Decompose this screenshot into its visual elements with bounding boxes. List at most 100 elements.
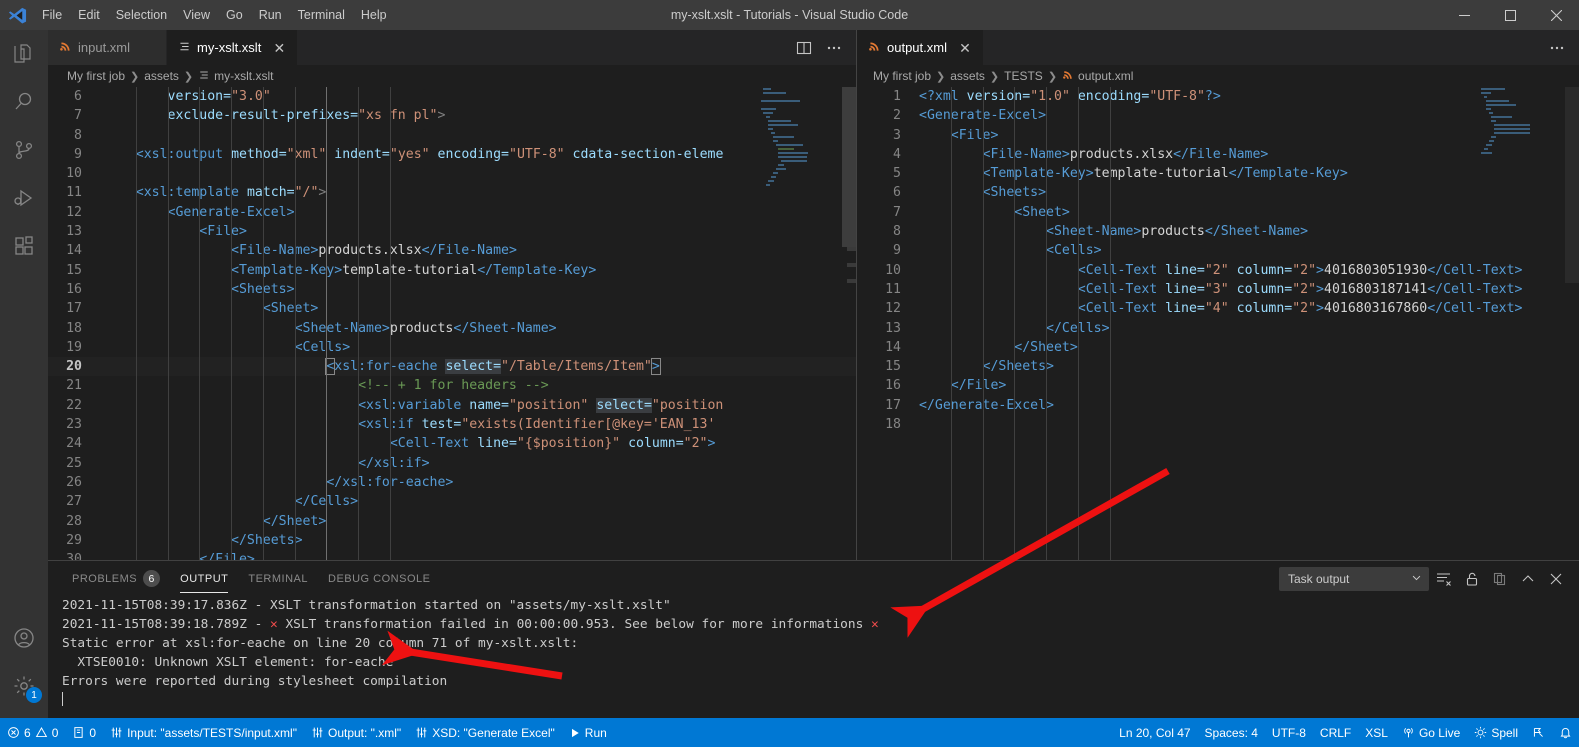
accounts-icon[interactable]	[0, 614, 48, 662]
breadcrumb-item[interactable]: assets	[144, 69, 179, 83]
open-editor-icon[interactable]	[1487, 566, 1513, 592]
sidebar-item-run-and-debug[interactable]	[0, 174, 48, 222]
close-icon[interactable]	[1543, 566, 1569, 592]
code-line[interactable]: 10 <Cell-Text line="2" column="2">401680…	[857, 261, 1579, 280]
status-eol[interactable]: CRLF	[1313, 718, 1358, 747]
editor-scrollbar-right[interactable]	[1565, 87, 1579, 560]
breadcrumb-item[interactable]: TESTS	[1004, 69, 1043, 83]
code-line[interactable]: 13 <File>	[48, 222, 856, 241]
output-channel-select[interactable]: Task output	[1279, 566, 1429, 591]
code-line[interactable]: 7 exclude-result-prefixes="xs fn pl">	[48, 106, 856, 125]
unlock-icon[interactable]	[1459, 566, 1485, 592]
code-line[interactable]: 6 version="3.0"	[48, 87, 856, 106]
code-line[interactable]: 16 </File>	[857, 376, 1579, 395]
status-problems[interactable]: 6 0	[0, 718, 65, 747]
code-line[interactable]: 6 <Sheets>	[857, 183, 1579, 202]
manage-gear-icon[interactable]: 1	[0, 662, 48, 710]
tab-terminal[interactable]: TERMINAL	[238, 561, 318, 596]
code-line[interactable]: 19 <Cells>	[48, 338, 856, 357]
code-line[interactable]: 12 <Cell-Text line="4" column="2">401680…	[857, 299, 1579, 318]
code-line[interactable]: 3 <File>	[857, 126, 1579, 145]
tab-output-xml[interactable]: output.xml ✕	[857, 30, 984, 65]
status-encoding[interactable]: UTF-8	[1265, 718, 1313, 747]
status-indentation[interactable]: Spaces: 4	[1198, 718, 1265, 747]
maximize-button[interactable]	[1487, 0, 1533, 30]
ellipsis-icon[interactable]	[820, 34, 848, 62]
status-ports[interactable]: 0	[65, 718, 103, 747]
sidebar-item-search[interactable]	[0, 78, 48, 126]
status-language-mode[interactable]: XSL	[1358, 718, 1395, 747]
code-line[interactable]: 25 </xsl:if>	[48, 454, 856, 473]
code-line[interactable]: 11 <xsl:template match="/">	[48, 183, 856, 202]
tab-debug-console[interactable]: DEBUG CONSOLE	[318, 561, 440, 596]
code-line[interactable]: 1 <?xml version="1.0" encoding="UTF-8"?>	[857, 87, 1579, 106]
status-spell-checker[interactable]: Spell	[1467, 718, 1525, 747]
code-line[interactable]: 18 <Sheet-Name>products</Sheet-Name>	[48, 319, 856, 338]
clear-output-icon[interactable]	[1431, 566, 1457, 592]
code-line[interactable]: 13 </Cells>	[857, 319, 1579, 338]
code-editor-right[interactable]: 1 <?xml version="1.0" encoding="UTF-8"?> 2…	[857, 87, 1579, 560]
code-line[interactable]: 27 </Cells>	[48, 492, 856, 511]
code-line[interactable]: 15 </Sheets>	[857, 357, 1579, 376]
code-line[interactable]: 11 <Cell-Text line="3" column="2">401680…	[857, 280, 1579, 299]
code-line[interactable]: 4 <File-Name>products.xlsx</File-Name>	[857, 145, 1579, 164]
code-line[interactable]: 5 <Template-Key>template-tutorial</Templ…	[857, 164, 1579, 183]
code-line[interactable]: 29 </Sheets>	[48, 531, 856, 550]
code-line[interactable]: 23 <xsl:if test="exists(Identifier[@key=…	[48, 415, 856, 434]
code-line[interactable]: 26 </xsl:for-eache>	[48, 473, 856, 492]
breadcrumb-item[interactable]: My first job	[67, 69, 125, 83]
status-cursor-position[interactable]: Ln 20, Col 47	[1112, 718, 1197, 747]
split-editor-icon[interactable]	[790, 34, 818, 62]
close-button[interactable]	[1533, 0, 1579, 30]
breadcrumb-item[interactable]: output.xml	[1062, 69, 1133, 83]
status-remote-window[interactable]	[1525, 718, 1552, 747]
code-line[interactable]: 21 <!-- + 1 for headers -->	[48, 376, 856, 395]
code-line[interactable]: 17 </Generate-Excel>	[857, 396, 1579, 415]
code-line[interactable]: 12 <Generate-Excel>	[48, 203, 856, 222]
code-line[interactable]: 17 <Sheet>	[48, 299, 856, 318]
menu-file[interactable]: File	[34, 0, 70, 30]
menu-run[interactable]: Run	[251, 0, 290, 30]
code-line[interactable]: 24 <Cell-Text line="{$position}" column=…	[48, 434, 856, 453]
menu-help[interactable]: Help	[353, 0, 395, 30]
status-notifications[interactable]	[1552, 718, 1579, 747]
sidebar-item-extensions[interactable]	[0, 222, 48, 270]
code-line[interactable]: 7 <Sheet>	[857, 203, 1579, 222]
menu-selection[interactable]: Selection	[108, 0, 175, 30]
minimize-button[interactable]	[1441, 0, 1487, 30]
menu-view[interactable]: View	[175, 0, 218, 30]
code-line[interactable]: 18	[857, 415, 1579, 434]
editor-scrollbar-left[interactable]	[842, 87, 856, 560]
code-line[interactable]: 8	[48, 126, 856, 145]
status-xslt-xsd[interactable]: XSD: "Generate Excel"	[408, 718, 562, 747]
breadcrumb-item[interactable]: my-xslt.xslt	[198, 69, 273, 83]
code-line[interactable]: 9 <Cells>	[857, 241, 1579, 260]
menu-terminal[interactable]: Terminal	[290, 0, 353, 30]
tab-close-icon[interactable]: ✕	[957, 40, 973, 56]
tab-problems[interactable]: PROBLEMS 6	[62, 561, 170, 596]
code-line[interactable]: 8 <Sheet-Name>products</Sheet-Name>	[857, 222, 1579, 241]
code-line[interactable]: 16 <Sheets>	[48, 280, 856, 299]
code-line[interactable]: 30 </File>	[48, 550, 856, 560]
status-xslt-output[interactable]: Output: ".xml"	[304, 718, 408, 747]
code-line[interactable]: 28 </Sheet>	[48, 512, 856, 531]
code-line[interactable]: 14 </Sheet>	[857, 338, 1579, 357]
output-content[interactable]: 2021-11-15T08:39:17.836Z - XSLT transfor…	[48, 596, 1579, 718]
sidebar-item-explorer[interactable]	[0, 30, 48, 78]
code-line[interactable]: 9 <xsl:output method="xml" indent="yes" …	[48, 145, 856, 164]
code-line[interactable]: 20 <xsl:for-eache select="/Table/Items/I…	[48, 357, 856, 376]
breadcrumb-item[interactable]: My first job	[873, 69, 931, 83]
tab-output[interactable]: OUTPUT	[170, 561, 238, 596]
ellipsis-icon[interactable]	[1543, 34, 1571, 62]
code-editor-left[interactable]: 6 version="3.0" 7 exclude-result-prefixes…	[48, 87, 856, 560]
menu-edit[interactable]: Edit	[70, 0, 108, 30]
chevron-up-icon[interactable]	[1515, 566, 1541, 592]
code-line[interactable]: 10	[48, 164, 856, 183]
code-line[interactable]: 22 <xsl:variable name="position" select=…	[48, 396, 856, 415]
code-line[interactable]: 2 <Generate-Excel>	[857, 106, 1579, 125]
status-xslt-input[interactable]: Input: "assets/TESTS/input.xml"	[103, 718, 304, 747]
status-go-live[interactable]: Go Live	[1395, 718, 1467, 747]
tab-input-xml[interactable]: input.xml ✕	[48, 30, 168, 65]
code-line[interactable]: 14 <File-Name>products.xlsx</File-Name>	[48, 241, 856, 260]
breadcrumb-item[interactable]: assets	[950, 69, 985, 83]
